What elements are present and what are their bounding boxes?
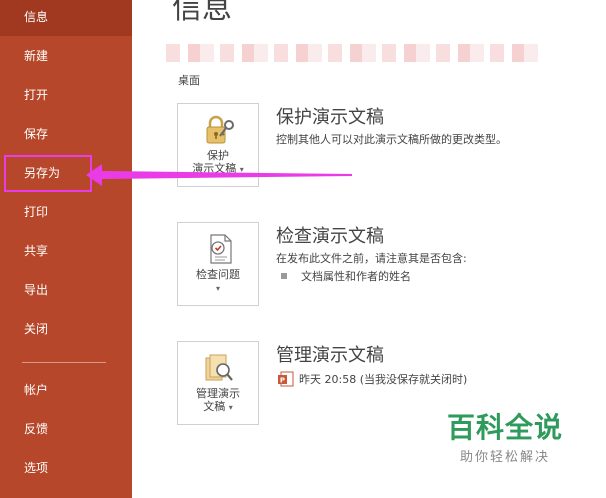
nav-feedback-label: 反馈 bbox=[24, 422, 49, 436]
pointer-arrow-icon bbox=[86, 164, 352, 186]
check-issues-button[interactable]: 检查问题 ▾ bbox=[177, 222, 259, 306]
protect-section-title: 保护演示文稿 bbox=[276, 107, 384, 128]
nav-open[interactable]: 打开 bbox=[0, 76, 132, 114]
nav-options-label: 选项 bbox=[24, 461, 49, 475]
dropdown-caret-icon: ▾ bbox=[215, 284, 220, 293]
nav-info[interactable]: 信息 bbox=[0, 0, 132, 36]
manage-button-label-2: 文稿 bbox=[203, 400, 226, 413]
powerpoint-file-icon: P bbox=[278, 371, 294, 387]
manage-section-title: 管理演示文稿 bbox=[276, 345, 384, 366]
nav-new[interactable]: 新建 bbox=[0, 37, 132, 75]
dropdown-caret-icon: ▾ bbox=[228, 403, 233, 412]
nav-info-label: 信息 bbox=[24, 10, 49, 24]
manage-presentation-icon bbox=[205, 354, 233, 381]
watermark-subtitle: 助你轻松解决 bbox=[459, 450, 550, 465]
nav-save[interactable]: 保存 bbox=[0, 115, 132, 153]
highlight-box bbox=[4, 155, 92, 192]
inspect-section-desc: 在发布此文件之前，请注意其是否包含: bbox=[276, 252, 467, 265]
manage-button-label-1: 管理演示 bbox=[196, 387, 240, 400]
watermark-title: 百科全说 bbox=[446, 411, 563, 444]
file-location: 桌面 bbox=[178, 74, 200, 87]
manage-presentation-button[interactable]: 管理演示 文稿 ▾ bbox=[177, 341, 259, 425]
protect-section-desc: 控制其他人可以对此演示文稿所做的更改类型。 bbox=[276, 133, 507, 146]
backstage-sidebar: 信息 新建 打开 保存 另存为 打印 共享 导出 关闭 帐户 反馈 选项 bbox=[0, 0, 132, 498]
inspect-bullet-text: 文档属性和作者的姓名 bbox=[301, 270, 411, 283]
nav-save-label: 保存 bbox=[24, 127, 49, 141]
nav-print[interactable]: 打印 bbox=[0, 193, 132, 231]
nav-feedback[interactable]: 反馈 bbox=[0, 410, 132, 448]
bullet-square-icon bbox=[281, 273, 287, 279]
nav-account[interactable]: 帐户 bbox=[0, 371, 132, 409]
autosave-version-link[interactable]: 昨天 20:58 (当我没保存就关闭时) bbox=[299, 371, 467, 387]
nav-share-label: 共享 bbox=[24, 244, 49, 258]
blurred-file-path bbox=[166, 44, 540, 62]
watermark: 百科全说 助你轻松解决 bbox=[429, 400, 581, 474]
inspect-document-icon bbox=[210, 234, 232, 264]
nav-share[interactable]: 共享 bbox=[0, 232, 132, 270]
page-title: 信息 bbox=[172, 0, 232, 26]
svg-text:P: P bbox=[280, 377, 285, 385]
nav-print-label: 打印 bbox=[24, 205, 49, 219]
nav-options[interactable]: 选项 bbox=[0, 449, 132, 487]
nav-export[interactable]: 导出 bbox=[0, 271, 132, 309]
check-issues-label: 检查问题 bbox=[196, 268, 240, 281]
nav-account-label: 帐户 bbox=[24, 383, 49, 397]
inspect-section-title: 检查演示文稿 bbox=[276, 226, 384, 247]
nav-export-label: 导出 bbox=[24, 283, 49, 297]
nav-new-label: 新建 bbox=[24, 49, 49, 63]
nav-close[interactable]: 关闭 bbox=[0, 310, 132, 348]
nav-open-label: 打开 bbox=[24, 88, 49, 102]
nav-close-label: 关闭 bbox=[24, 322, 49, 336]
lock-key-icon bbox=[206, 115, 234, 144]
nav-divider bbox=[22, 362, 106, 363]
